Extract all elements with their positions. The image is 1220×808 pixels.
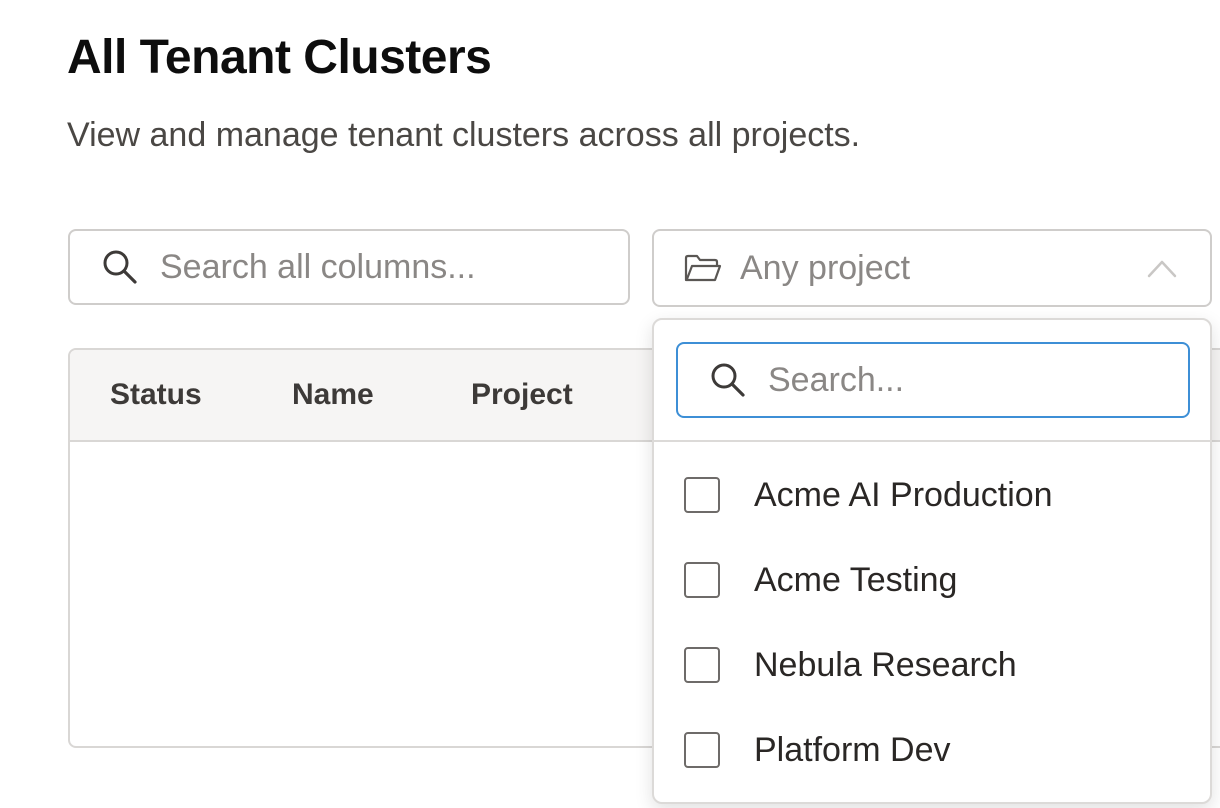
chevron-up-icon <box>1146 256 1178 280</box>
project-option-acme-testing[interactable]: Acme Testing <box>684 550 1184 610</box>
search-icon <box>100 247 140 287</box>
project-dropdown-menu: Acme AI Production Acme Testing Nebula R… <box>652 318 1212 804</box>
dropdown-search-input[interactable] <box>766 359 1188 401</box>
option-label: Platform Dev <box>754 730 951 769</box>
project-option-nebula-research[interactable]: Nebula Research <box>684 635 1184 695</box>
page-title: All Tenant Clusters <box>67 31 492 84</box>
checkbox[interactable] <box>684 647 720 683</box>
dropdown-divider <box>654 440 1210 442</box>
project-option-platform-dev[interactable]: Platform Dev <box>684 720 1184 780</box>
option-label: Acme Testing <box>754 560 958 599</box>
search-icon <box>708 360 748 400</box>
checkbox[interactable] <box>684 477 720 513</box>
search-all-columns-field[interactable] <box>68 229 630 305</box>
page: All Tenant Clusters View and manage tena… <box>0 0 1220 808</box>
project-select[interactable]: Any project <box>652 229 1212 307</box>
project-select-label: Any project <box>740 248 911 287</box>
search-input[interactable] <box>158 246 628 288</box>
project-option-acme-ai-production[interactable]: Acme AI Production <box>684 465 1184 525</box>
column-header-project[interactable]: Project <box>471 378 573 412</box>
option-label: Nebula Research <box>754 645 1017 684</box>
checkbox[interactable] <box>684 732 720 768</box>
checkbox[interactable] <box>684 562 720 598</box>
page-subtitle: View and manage tenant clusters across a… <box>67 116 861 154</box>
option-label: Acme AI Production <box>754 475 1053 514</box>
dropdown-search-field[interactable] <box>676 342 1190 418</box>
folder-icon <box>684 253 722 283</box>
column-header-name[interactable]: Name <box>292 378 374 412</box>
column-header-status[interactable]: Status <box>110 378 202 412</box>
